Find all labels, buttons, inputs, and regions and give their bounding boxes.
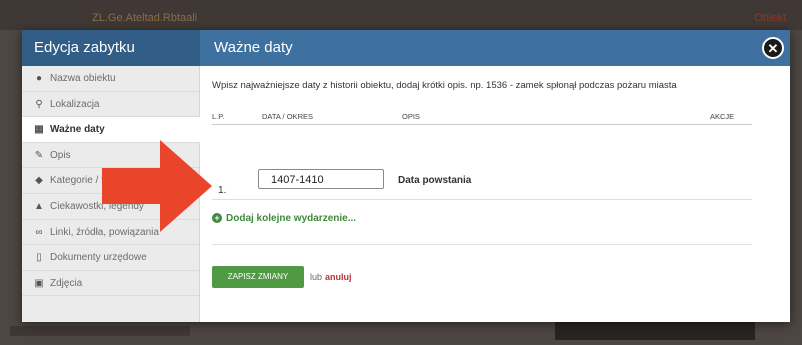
plus-icon: +	[212, 213, 222, 224]
sidebar-item-label: Ważne daty	[50, 124, 105, 136]
sidebar-item-label: Nazwa obiektu	[50, 73, 116, 84]
row-number: 1.	[218, 185, 227, 196]
section-divider	[212, 244, 752, 245]
pin-icon: ⚲	[35, 98, 43, 110]
annotation-arrow	[102, 140, 212, 232]
image-icon: ▣	[34, 277, 44, 289]
background-right-link: Obiekt	[754, 12, 786, 24]
sidebar-item-dates[interactable]: ▦ Ważne daty	[22, 117, 200, 143]
sidebar-item-name[interactable]: ● Nazwa obiektu	[22, 66, 199, 92]
sidebar-item-location[interactable]: ⚲ Lokalizacja	[22, 92, 199, 118]
landscape-icon: ▲	[34, 200, 44, 212]
sidebar-item-label: Lokalizacja	[50, 98, 100, 110]
modal-title: Ważne daty ✕	[200, 30, 790, 66]
sidebar-item-label: Opis	[50, 149, 71, 161]
sidebar-item-photos[interactable]: ▣ Zdjęcia	[22, 271, 199, 297]
modal-title-text: Ważne daty	[214, 39, 293, 56]
tag-icon: ◆	[35, 175, 43, 187]
edit-icon: ✎	[34, 149, 44, 161]
close-icon[interactable]: ✕	[762, 37, 784, 59]
sidebar-item-label: Zdjęcia	[50, 277, 83, 289]
modal-sidebar-title: Edycja zabytku	[22, 30, 200, 66]
sidebar-item-documents[interactable]: ▯ Dokumenty urzędowe	[22, 245, 199, 271]
cancel-link[interactable]: anuluj	[325, 272, 352, 282]
date-input[interactable]: 1407-1410	[258, 169, 384, 189]
calendar-icon: ▦	[34, 124, 44, 136]
link-icon: ∞	[35, 226, 43, 238]
column-header-date: DATA / OKRES	[262, 112, 313, 121]
add-event-label: Dodaj kolejne wydarzenie...	[226, 213, 357, 224]
document-icon: ▯	[36, 252, 42, 264]
background-link: ZL.Ge.Ateltad.Rbtaali	[92, 12, 198, 24]
or-label: lub	[310, 272, 323, 282]
background-footer-left	[10, 326, 190, 336]
intro-text: Wpisz najważniejsze daty z historii obie…	[212, 80, 677, 91]
column-header-actions: AKCJE	[710, 112, 735, 121]
event-description[interactable]: Data powstania	[398, 175, 471, 186]
background-footer-right	[555, 322, 755, 340]
add-event-link[interactable]: + Dodaj kolejne wydarzenie...	[212, 213, 356, 224]
sidebar-item-label: Dokumenty urzędowe	[50, 252, 147, 264]
info-icon: ●	[35, 73, 43, 84]
dates-table-header: L.P. DATA / OKRES OPIS AKCJE	[212, 110, 752, 125]
modal-content: Wpisz najważniejsze daty z historii obie…	[200, 66, 790, 322]
save-button[interactable]: ZAPISZ ZMIANY	[212, 266, 304, 288]
column-header-description: OPIS	[402, 112, 420, 121]
column-header-number: L.P.	[212, 112, 225, 121]
row-divider	[212, 199, 752, 200]
